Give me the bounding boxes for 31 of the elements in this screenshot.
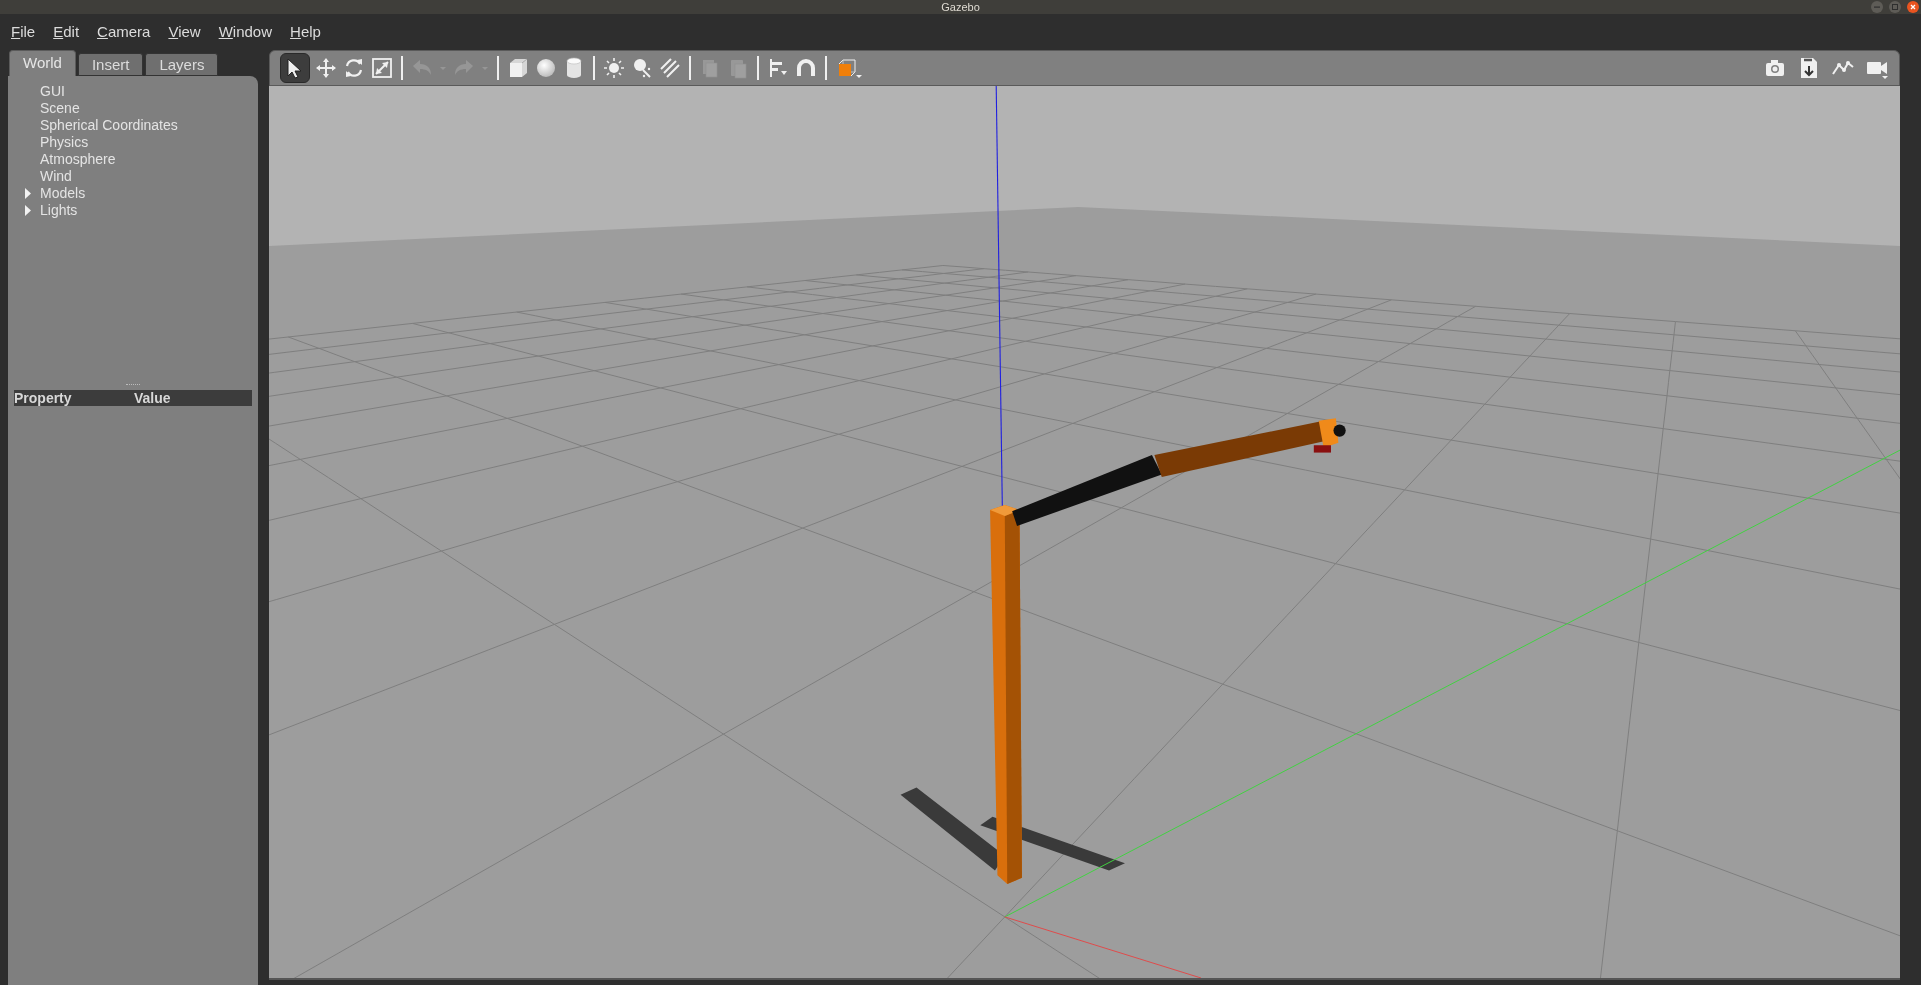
maximize-icon[interactable] [1889,1,1901,13]
tab[interactable]: World [9,50,76,76]
move-icon[interactable] [314,56,338,80]
tab[interactable]: Layers [145,53,219,76]
tree-item[interactable]: GUI [40,83,65,100]
menu-item[interactable]: Edit [53,20,80,44]
tree-item[interactable]: Spherical Coordinates [40,117,178,134]
tab[interactable]: Insert [77,53,144,76]
tree-item[interactable]: Atmosphere [40,151,116,168]
menu-item[interactable]: Help [290,20,321,44]
menu-item[interactable]: Window [218,20,273,44]
tree-item[interactable]: Wind [40,168,72,185]
column-header: Value [134,390,171,406]
sun-icon[interactable] [602,56,626,80]
splitter-handle[interactable] [126,384,140,386]
spot-light-icon[interactable] [658,56,682,80]
scale-icon[interactable] [370,56,394,80]
minimize-icon[interactable] [1871,1,1883,13]
close-icon[interactable] [1907,1,1919,13]
tree-item[interactable]: Scene [40,100,80,117]
tree-item[interactable]: Physics [40,134,89,151]
expand-arrow-icon[interactable] [25,205,32,216]
tree-item[interactable]: Lights [40,202,78,219]
window-title: Gazebo [941,1,980,13]
expand-arrow-icon[interactable] [25,188,32,199]
column-header: Property [14,390,73,406]
menu-item[interactable]: View [168,20,201,44]
sphere-icon[interactable] [534,56,558,80]
menu-item[interactable]: Camera [97,20,151,44]
menu-item[interactable]: File [11,20,36,44]
tree-item[interactable]: Models [40,185,86,202]
